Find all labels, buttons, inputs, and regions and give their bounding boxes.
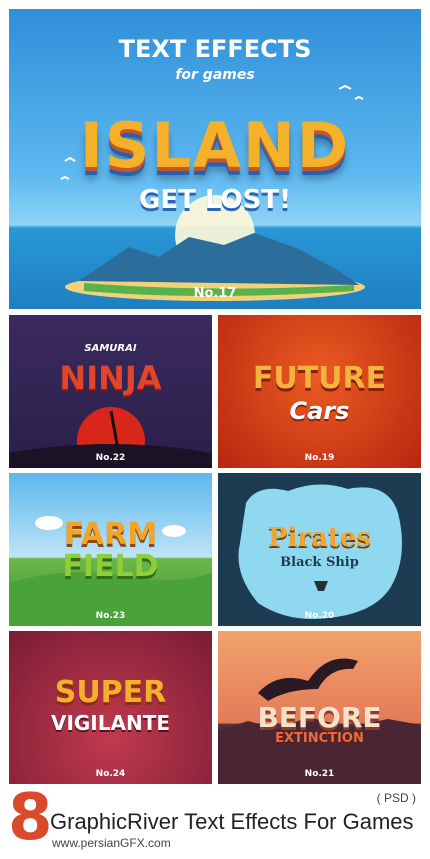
format-label: ( PSD ) <box>376 791 416 805</box>
hero-headline: ISLAND <box>79 109 351 182</box>
bird-icon <box>338 84 352 90</box>
panel-future-cars: FUTURE Cars No.19 <box>218 315 421 468</box>
panel-pirates: Pirates Black Ship No.20 <box>218 473 421 626</box>
super-top: SUPER <box>54 675 167 710</box>
super-number: No.24 <box>95 769 126 779</box>
future-number: No.19 <box>304 453 335 463</box>
hero-title: TEXT EFFECTS <box>118 35 312 63</box>
ninja-main: NINJA <box>59 359 162 397</box>
ninja-number: No.22 <box>95 453 126 463</box>
panel-before-extinction: BEFORE EXTINCTION No.21 <box>218 631 421 784</box>
before-top: BEFORE <box>257 701 382 734</box>
super-main: VIGILANTE <box>50 711 171 735</box>
pirates-top: Pirates <box>267 523 372 553</box>
farm-main: FIELD <box>62 549 159 584</box>
before-main: EXTINCTION <box>275 731 364 746</box>
hero-subtitle: for games <box>175 67 255 83</box>
bird-icon <box>354 95 364 100</box>
pirates-main: Black Ship <box>280 555 359 570</box>
hero-tagline: GET LOST! <box>139 185 291 215</box>
farm-top: FARM <box>63 517 158 552</box>
panel-ninja: SAMURAI NINJA No.22 <box>9 315 212 468</box>
site-url: www.persianGFX.com <box>52 836 171 850</box>
collection-count: 8 <box>8 781 53 855</box>
hero-number: No.17 <box>193 286 237 301</box>
dinosaur-icon <box>258 658 358 701</box>
farm-number: No.23 <box>95 611 126 621</box>
future-top: FUTURE <box>252 361 387 396</box>
collection-title: GraphicRiver Text Effects For Games <box>50 809 414 834</box>
hero-panel: TEXT EFFECTS for games ISLAND GET LOST! … <box>9 9 421 309</box>
panel-super-vigilante: SUPER VIGILANTE No.24 <box>9 631 212 784</box>
panel-farm-field: FARM FIELD No.23 <box>9 473 212 626</box>
future-main: Cars <box>289 397 350 425</box>
pirates-number: No.20 <box>304 611 335 621</box>
ninja-top: SAMURAI <box>84 343 137 354</box>
before-number: No.21 <box>304 769 335 779</box>
